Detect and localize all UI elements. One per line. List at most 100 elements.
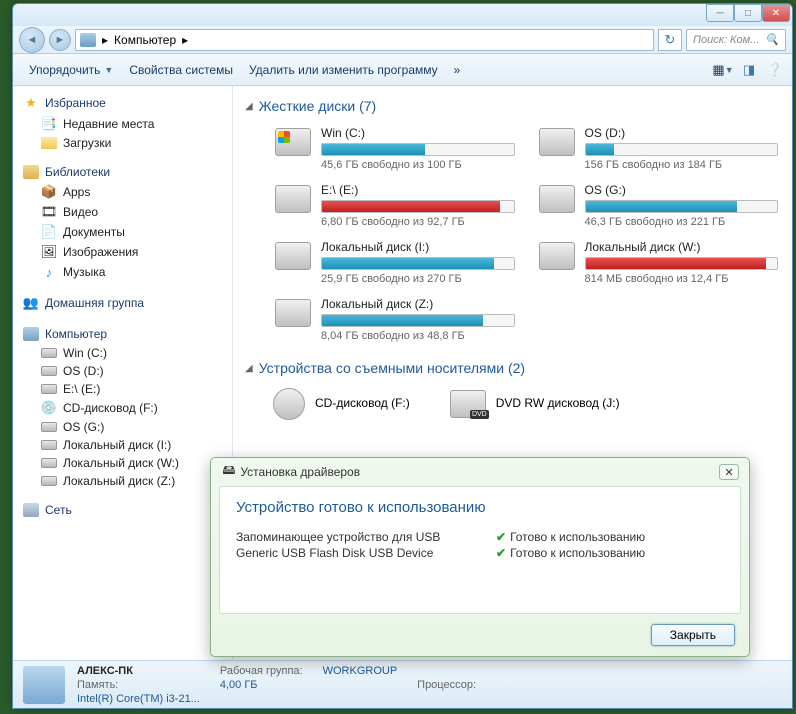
drive-name: Локальный диск (Z:)	[321, 297, 515, 311]
sidebar-drive-c[interactable]: Win (C:)	[13, 344, 232, 362]
homegroup-icon: 👥	[23, 295, 39, 311]
popup-heading: Устройство готово к использованию	[236, 499, 724, 516]
sidebar-drive-z[interactable]: Локальный диск (Z:)	[13, 472, 232, 490]
popup-close-button[interactable]: Закрыть	[651, 624, 735, 646]
status-computer-name: АЛЕКС-ПК	[77, 665, 200, 677]
drive-item[interactable]: Win (C:) 45,6 ГБ свободно из 100 ГБ	[273, 124, 517, 173]
drive-item[interactable]: OS (G:) 46,3 ГБ свободно из 221 ГБ	[537, 181, 781, 230]
drive-icon	[41, 476, 57, 486]
forward-button[interactable]: ►	[49, 29, 71, 51]
drive-name: E:\ (E:)	[321, 183, 515, 197]
sidebar: ★Избранное 📑Недавние места Загрузки Библ…	[13, 86, 233, 660]
sidebar-drive-f[interactable]: 💿CD-дисковод (F:)	[13, 398, 232, 418]
toolbar-overflow[interactable]: »	[446, 59, 469, 81]
drive-name: OS (G:)	[585, 183, 779, 197]
search-input[interactable]: Поиск: Ком...🔍	[686, 29, 786, 51]
sidebar-drive-w[interactable]: Локальный диск (W:)	[13, 454, 232, 472]
breadcrumb-location[interactable]: Компьютер	[114, 33, 176, 47]
help-icon[interactable]: ❔	[766, 61, 784, 79]
status-memory: 4,00 ГБ	[220, 679, 303, 691]
drive-icon	[275, 299, 311, 327]
drive-icon	[275, 128, 311, 156]
caret-icon: ◢	[245, 363, 253, 374]
breadcrumb[interactable]: ▸ Компьютер ▸	[75, 29, 654, 51]
sidebar-network[interactable]: Сеть	[13, 500, 232, 520]
documents-icon: 📄	[41, 224, 57, 240]
popup-device-row: Generic USB Flash Disk USB Device✔Готово…	[236, 546, 724, 560]
titlebar: ─ □ ✕	[13, 4, 792, 26]
section-removable[interactable]: ◢Устройства со съемными носителями (2)	[245, 360, 780, 376]
view-options-icon[interactable]: ▦▼	[714, 61, 732, 79]
drive-icon	[41, 422, 57, 432]
sidebar-homegroup[interactable]: 👥Домашняя группа	[13, 292, 232, 314]
status-memory-label: Память:	[77, 679, 200, 691]
preview-pane-icon[interactable]: ◨	[740, 61, 758, 79]
drive-capacity-bar	[321, 143, 515, 156]
removable-name: CD-дисковод (F:)	[315, 396, 410, 410]
sidebar-drive-e[interactable]: E:\ (E:)	[13, 380, 232, 398]
drive-item[interactable]: Локальный диск (I:) 25,9 ГБ свободно из …	[273, 238, 517, 287]
uninstall-program-button[interactable]: Удалить или изменить программу	[241, 59, 446, 81]
removable-item[interactable]: DVD RW дисковод (J:)	[450, 386, 620, 420]
refresh-button[interactable]: ↻	[658, 29, 682, 51]
status-workgroup-label: Рабочая группа:	[220, 665, 303, 677]
drive-item[interactable]: E:\ (E:) 6,80 ГБ свободно из 92,7 ГБ	[273, 181, 517, 230]
popup-device-name: Generic USB Flash Disk USB Device	[236, 546, 496, 560]
drive-icon	[539, 185, 575, 213]
caret-icon: ◢	[245, 101, 253, 112]
drive-capacity-bar	[321, 314, 515, 327]
sidebar-recent-places[interactable]: 📑Недавние места	[13, 114, 232, 134]
section-hard-drives[interactable]: ◢Жесткие диски (7)	[245, 98, 780, 114]
removable-item[interactable]: CD-дисковод (F:)	[273, 386, 410, 420]
status-workgroup: WORKGROUP	[323, 665, 398, 677]
sidebar-lib-videos[interactable]: 🎞Видео	[13, 202, 232, 222]
drive-name: OS (D:)	[585, 126, 779, 140]
popup-device-status: Готово к использованию	[510, 530, 645, 544]
libraries-icon	[23, 165, 39, 179]
drive-capacity-bar	[585, 257, 779, 270]
sidebar-lib-documents[interactable]: 📄Документы	[13, 222, 232, 242]
close-button[interactable]: ✕	[762, 4, 790, 22]
music-icon: ♪	[41, 264, 57, 280]
drive-icon	[275, 242, 311, 270]
popup-body: Устройство готово к использованию Запоми…	[219, 486, 741, 614]
breadcrumb-sep: ▸	[102, 33, 108, 47]
toolbar: Упорядочить▼ Свойства системы Удалить ил…	[13, 54, 792, 86]
sidebar-drive-g[interactable]: OS (G:)	[13, 418, 232, 436]
organize-menu[interactable]: Упорядочить▼	[21, 59, 121, 81]
sidebar-drive-d[interactable]: OS (D:)	[13, 362, 232, 380]
popup-device-name: Запоминающее устройство для USB	[236, 530, 496, 544]
sidebar-computer[interactable]: Компьютер	[13, 324, 232, 344]
drive-item[interactable]: Локальный диск (W:) 814 МБ свободно из 1…	[537, 238, 781, 287]
drive-free-text: 46,3 ГБ свободно из 221 ГБ	[585, 216, 779, 228]
maximize-button[interactable]: □	[734, 4, 762, 22]
drive-name: Локальный диск (W:)	[585, 240, 779, 254]
drive-item[interactable]: Локальный диск (Z:) 8,04 ГБ свободно из …	[273, 295, 517, 344]
sidebar-lib-apps[interactable]: 📦Apps	[13, 182, 232, 202]
pictures-icon: 🖼	[41, 244, 57, 260]
sidebar-lib-pictures[interactable]: 🖼Изображения	[13, 242, 232, 262]
sidebar-libraries[interactable]: Библиотеки	[13, 162, 232, 182]
sidebar-favorites[interactable]: ★Избранное	[13, 92, 232, 114]
drive-capacity-bar	[321, 200, 515, 213]
popup-title-text: Установка драйверов	[240, 465, 360, 479]
system-properties-button[interactable]: Свойства системы	[121, 59, 241, 81]
computer-large-icon	[23, 666, 65, 704]
cd-drive-icon	[273, 388, 305, 420]
back-button[interactable]: ◄	[19, 27, 45, 53]
removable-name: DVD RW дисковод (J:)	[496, 396, 620, 410]
popup-close-icon[interactable]: ✕	[719, 464, 739, 480]
drive-icon	[41, 440, 57, 450]
drive-capacity-bar	[321, 257, 515, 270]
drive-free-text: 814 МБ свободно из 12,4 ГБ	[585, 273, 779, 285]
drive-free-text: 25,9 ГБ свободно из 270 ГБ	[321, 273, 515, 285]
popup-device-row: Запоминающее устройство для USB✔Готово к…	[236, 530, 724, 544]
sidebar-lib-music[interactable]: ♪Музыка	[13, 262, 232, 282]
minimize-button[interactable]: ─	[706, 4, 734, 22]
drive-item[interactable]: OS (D:) 156 ГБ свободно из 184 ГБ	[537, 124, 781, 173]
sidebar-drive-i[interactable]: Локальный диск (I:)	[13, 436, 232, 454]
breadcrumb-sep: ▸	[182, 33, 188, 47]
star-icon: ★	[23, 95, 39, 111]
sidebar-downloads[interactable]: Загрузки	[13, 134, 232, 152]
popup-device-status: Готово к использованию	[510, 546, 645, 560]
